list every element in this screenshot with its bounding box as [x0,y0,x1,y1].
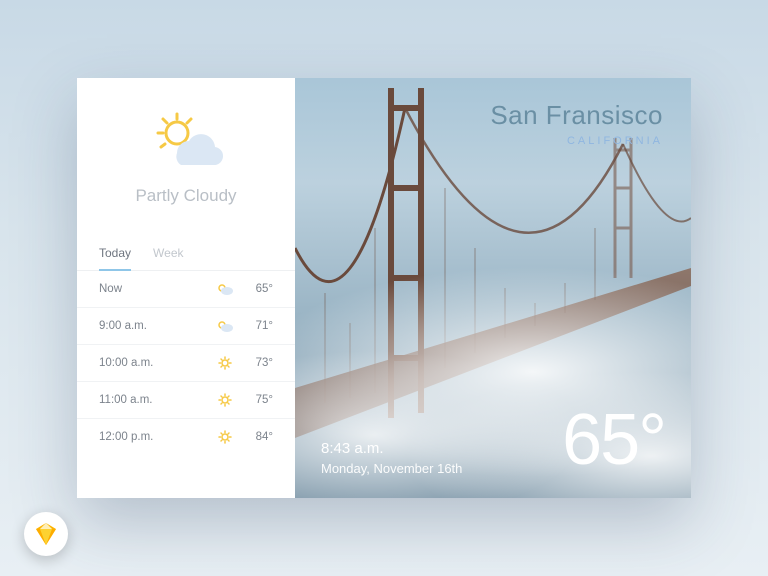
location-block: San Fransisco CALIFORNIA [490,100,663,147]
hour-label: 12:00 p.m. [99,431,211,443]
condition-label: Partly Cloudy [135,186,236,206]
city-name: San Fransisco [490,100,663,131]
hour-temp: 73° [239,357,273,369]
current-time: 8:43 a.m. [321,440,462,457]
sun-cloud-icon [211,282,239,296]
list-item: Now 65° [77,271,295,308]
sidebar: Partly Cloudy Today Week Now 65° 9:00 a.… [77,78,295,498]
current-condition: Partly Cloudy [77,78,295,238]
list-item: 11:00 a.m. 75° [77,382,295,419]
weather-card: Partly Cloudy Today Week Now 65° 9:00 a.… [77,78,691,498]
forecast-tabs: Today Week [77,238,295,271]
hour-temp: 75° [239,394,273,406]
sun-icon [211,430,239,444]
region-name: CALIFORNIA [490,135,663,147]
tab-week[interactable]: Week [153,238,183,270]
now-block: 8:43 a.m. Monday, November 16th 65° [321,404,665,476]
hour-label: Now [99,283,211,295]
sun-cloud-icon [211,319,239,333]
hour-label: 9:00 a.m. [99,320,211,332]
current-temp: 65° [562,404,665,476]
hour-temp: 65° [239,283,273,295]
tab-today[interactable]: Today [99,238,131,270]
list-item: 10:00 a.m. 73° [77,345,295,382]
current-date: Monday, November 16th [321,461,462,476]
sketch-icon [24,512,68,556]
hourly-list: Now 65° 9:00 a.m. 71° 10:00 a.m. 73° 11:… [77,271,295,498]
photo-panel: San Fransisco CALIFORNIA 8:43 a.m. Monda… [295,78,691,498]
hour-label: 11:00 a.m. [99,394,211,406]
hour-label: 10:00 a.m. [99,357,211,369]
sun-icon [211,393,239,407]
hour-temp: 84° [239,431,273,443]
datetime: 8:43 a.m. Monday, November 16th [321,440,462,476]
hour-temp: 71° [239,320,273,332]
sun-cloud-icon [147,111,225,174]
sun-icon [211,356,239,370]
list-item: 9:00 a.m. 71° [77,308,295,345]
list-item: 12:00 p.m. 84° [77,419,295,455]
